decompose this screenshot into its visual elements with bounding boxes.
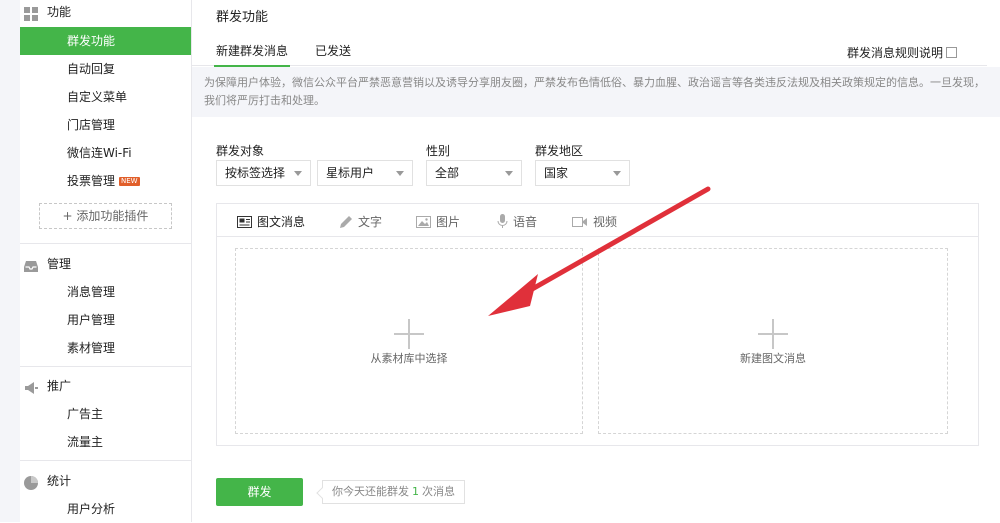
add-plugin-button[interactable]: + 添加功能插件	[39, 203, 172, 229]
rules-link[interactable]: 群发消息规则说明	[847, 44, 957, 61]
quota-suffix: 次消息	[422, 485, 455, 498]
main-content: 群发功能 新建群发消息 已发送 群发消息规则说明 为保障用户体验，微信公众平台严…	[192, 0, 1000, 522]
external-link-icon	[946, 47, 957, 58]
sidebar-divider	[20, 366, 191, 367]
sidebar-item-label: 广告主	[67, 407, 104, 421]
editor-tab-text[interactable]: 文字	[339, 213, 382, 230]
sidebar-item-label: 消息管理	[67, 285, 116, 299]
plus-icon: +	[62, 209, 77, 223]
sidebar-item-auto-reply[interactable]: 自动回复	[20, 55, 191, 83]
sidebar-item-label: 自动回复	[67, 62, 116, 76]
sidebar-item-users[interactable]: 用户管理	[20, 306, 191, 334]
plus-icon	[394, 319, 424, 349]
sidebar-item-label: 自定义菜单	[67, 90, 128, 104]
pencil-icon	[340, 215, 352, 228]
tag-select[interactable]: 星标用户	[317, 160, 413, 186]
sidebar-item-mass-send[interactable]: 群发功能	[20, 27, 191, 55]
sidebar-item-wifi[interactable]: 微信连Wi-Fi	[20, 139, 191, 167]
chevron-down-icon	[294, 171, 302, 176]
gender-label: 性别	[426, 144, 451, 158]
sidebar-section-label: 管理	[47, 257, 72, 271]
region-label: 群发地区	[535, 144, 584, 158]
send-button[interactable]: 群发	[216, 478, 303, 506]
editor-tab-label: 文字	[358, 215, 383, 229]
add-plugin-label: 添加功能插件	[76, 209, 149, 223]
target-select[interactable]: 按标签选择	[216, 160, 311, 186]
quota-tooltip: 你今天还能群发 1 次消息	[322, 480, 465, 504]
sidebar-item-label: 门店管理	[67, 118, 116, 132]
new-article-label: 新建图文消息	[740, 352, 806, 365]
editor-tab-video[interactable]: 视频	[572, 213, 617, 230]
sidebar-item-label: 群发功能	[67, 34, 116, 48]
sidebar-item-voting[interactable]: 投票管理 NEW	[20, 167, 191, 195]
sidebar-section-statistics: 统计	[24, 469, 71, 493]
region-select[interactable]: 国家	[535, 160, 630, 186]
tab-bar: 新建群发消息 已发送 群发消息规则说明	[192, 38, 987, 67]
sidebar-section-promotion: 推广	[24, 374, 71, 398]
tab-new-mass-message[interactable]: 新建群发消息	[213, 42, 291, 67]
sidebar-item-user-analysis[interactable]: 用户分析	[20, 495, 191, 523]
sidebar-item-label: 用户分析	[67, 502, 116, 516]
video-icon	[572, 216, 587, 227]
select-value: 星标用户	[326, 166, 375, 180]
editor-tab-article[interactable]: 图文消息	[237, 213, 305, 230]
sidebar-divider	[20, 460, 191, 461]
sidebar-item-label: 微信连Wi-Fi	[67, 146, 132, 160]
sidebar-item-messages[interactable]: 消息管理	[20, 278, 191, 306]
plus-icon	[758, 319, 788, 349]
article-icon	[237, 215, 252, 228]
sidebar-item-store-management[interactable]: 门店管理	[20, 111, 191, 139]
editor-tab-label: 语音	[513, 215, 538, 229]
sidebar-item-label: 流量主	[67, 435, 104, 449]
sidebar-divider	[20, 243, 191, 244]
select-from-library-area[interactable]: 从素材库中选择	[235, 248, 583, 434]
pie-chart-icon	[24, 474, 38, 490]
chevron-down-icon	[396, 171, 404, 176]
select-from-library-label: 从素材库中选择	[370, 352, 448, 365]
sidebar-section-label: 推广	[47, 379, 72, 393]
quota-prefix: 你今天还能群发	[332, 485, 409, 498]
editor-tab-label: 视频	[593, 215, 618, 229]
select-value: 全部	[435, 166, 460, 180]
message-editor: 图文消息 文字 图片 语音 视频 从素材库中选择 新建图文消息	[216, 203, 979, 446]
new-article-area[interactable]: 新建图文消息	[598, 248, 948, 434]
sidebar-section-label: 统计	[47, 474, 72, 488]
inbox-icon	[24, 257, 38, 272]
sidebar-item-advertiser[interactable]: 广告主	[20, 400, 191, 428]
image-icon	[416, 215, 431, 228]
sidebar: 功能 群发功能 自动回复 自定义菜单 门店管理 微信连Wi-Fi 投票管理 NEW…	[0, 0, 192, 522]
editor-tab-image[interactable]: 图片	[416, 213, 460, 230]
rules-link-label: 群发消息规则说明	[846, 46, 943, 60]
page-title: 群发功能	[216, 10, 269, 25]
sidebar-item-materials[interactable]: 素材管理	[20, 334, 191, 362]
select-value: 国家	[544, 166, 569, 180]
editor-tab-label: 图片	[436, 215, 461, 229]
target-label: 群发对象	[216, 144, 265, 158]
sidebar-section-label: 功能	[47, 5, 72, 19]
sidebar-item-label: 素材管理	[67, 341, 116, 355]
sidebar-section-management: 管理	[24, 252, 71, 276]
editor-tab-voice[interactable]: 语音	[497, 213, 537, 230]
sidebar-strip	[0, 0, 20, 522]
chevron-down-icon	[505, 171, 513, 176]
new-badge: NEW	[119, 177, 140, 186]
editor-tab-bar: 图文消息 文字 图片 语音 视频	[217, 204, 978, 237]
select-value: 按标签选择	[225, 166, 286, 180]
sidebar-item-publisher[interactable]: 流量主	[20, 428, 191, 456]
editor-tab-label: 图文消息	[257, 215, 306, 229]
tab-sent[interactable]: 已发送	[315, 42, 351, 59]
quota-count: 1	[412, 485, 419, 498]
gender-select[interactable]: 全部	[426, 160, 522, 186]
sidebar-item-custom-menu[interactable]: 自定义菜单	[20, 83, 191, 111]
megaphone-icon	[24, 379, 38, 394]
sidebar-item-label: 投票管理	[67, 174, 116, 188]
grid-icon	[24, 5, 38, 21]
notice-banner: 为保障用户体验，微信公众平台严禁恶意营销以及诱导分享朋友圈，严禁发布色情低俗、暴…	[192, 67, 1000, 117]
sidebar-item-label: 用户管理	[67, 313, 116, 327]
sidebar-section-function: 功能	[24, 0, 71, 24]
chevron-down-icon	[613, 171, 621, 176]
microphone-icon	[497, 214, 508, 228]
